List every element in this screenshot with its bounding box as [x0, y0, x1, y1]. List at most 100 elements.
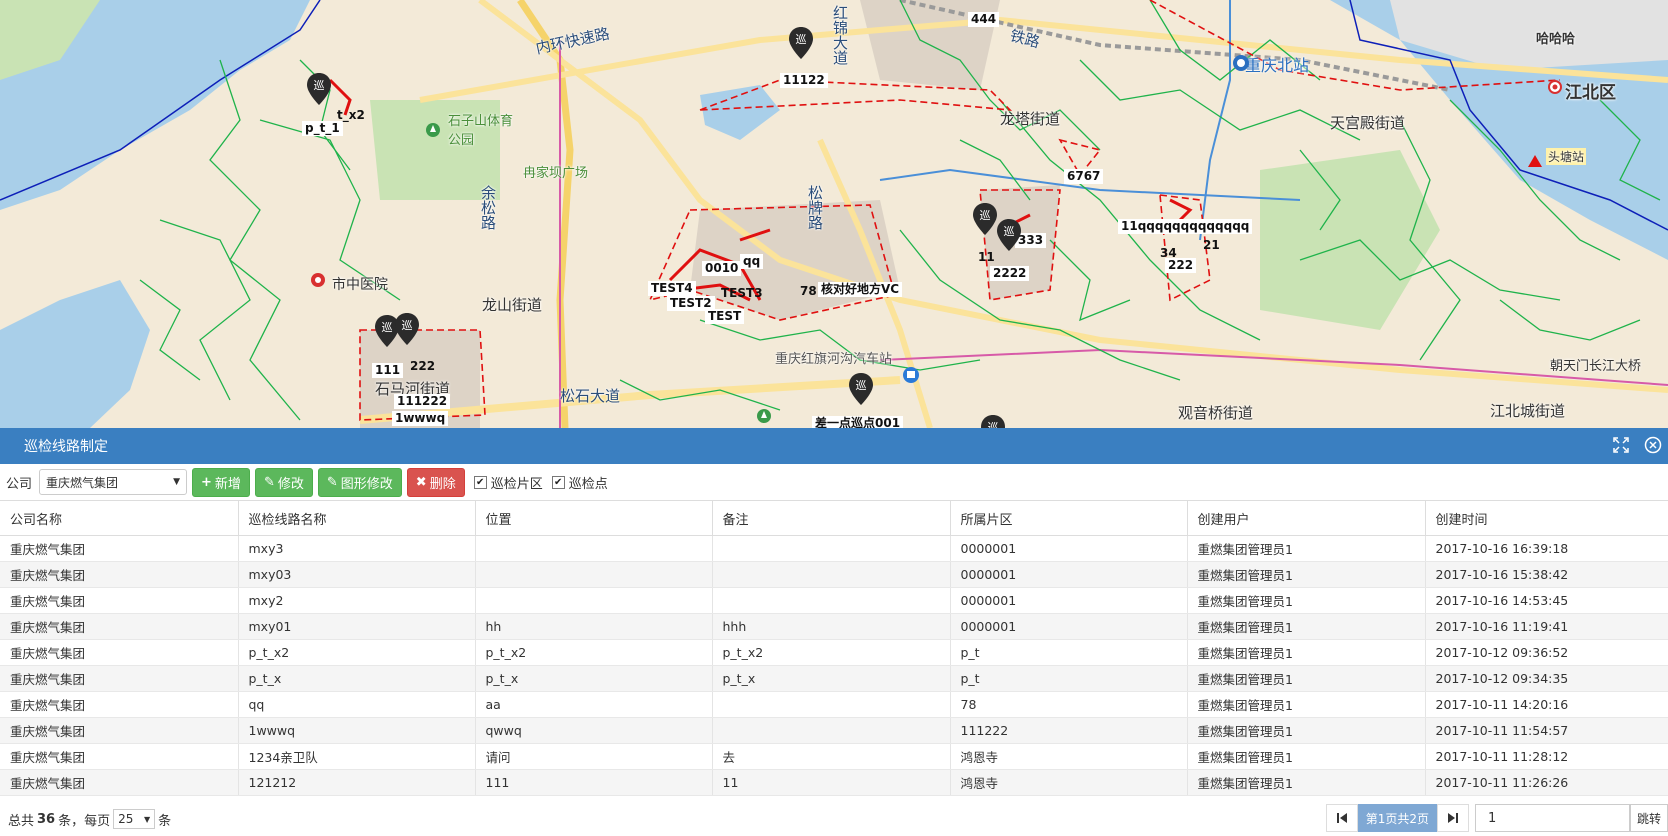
- table-row[interactable]: 重庆燃气集团 mxy3 0000001 重燃集团管理员1 2017-10-16 16:3…: [0, 535, 1668, 562]
- marker-label[interactable]: 1wwwq: [392, 411, 449, 426]
- company-select-value: 重庆燃气集团: [46, 475, 119, 490]
- place-label: 朝天门长江大桥: [1550, 359, 1642, 374]
- expand-icon[interactable]: [1612, 436, 1630, 454]
- marker-label[interactable]: TEST3: [718, 286, 766, 301]
- edit-button[interactable]: ✎ 修改: [254, 467, 313, 497]
- marker-label[interactable]: p_t_1: [302, 121, 343, 136]
- column-header[interactable]: 巡检线路名称: [238, 501, 476, 536]
- table-row[interactable]: 重庆燃气集团 121212 111 11 鸿恩寺 重燃集团管理员1 2017-10-11 1…: [0, 769, 1668, 796]
- marker-label[interactable]: 差一点巡点001: [812, 416, 904, 428]
- table-cell: aa: [475, 691, 713, 718]
- park-icon: [426, 123, 440, 137]
- patrol-pin-icon[interactable]: 巡: [980, 414, 1006, 428]
- table-cell: 1234亲卫队: [238, 743, 476, 770]
- place-label: 重庆北站: [1245, 56, 1310, 75]
- table-cell: mxy2: [238, 587, 476, 614]
- patrol-pin-icon[interactable]: 巡: [972, 202, 998, 236]
- column-header[interactable]: 公司名称: [0, 501, 239, 536]
- marker-label[interactable]: 6767: [1064, 169, 1104, 184]
- table-cell: hhh: [712, 613, 951, 640]
- patrol-pin-icon[interactable]: 巡: [996, 218, 1022, 252]
- toolbar: 公司 重庆燃气集团 ▼ + 新增 ✎ 修改 ✎ 图形修改 ✖ 删除 ✔ 巡检片区 ✔ 巡检点: [0, 464, 1668, 501]
- marker-label[interactable]: 111222: [394, 394, 451, 409]
- map-view[interactable]: 内环快速路 铁路 松石大道 余松路 松牌路 红锦大道 重庆北站 龙塔街道 天宫殿…: [0, 0, 1668, 428]
- patrol-area-checkbox[interactable]: ✔ 巡检片区: [473, 473, 543, 492]
- add-button[interactable]: + 新增: [192, 467, 250, 497]
- delete-button[interactable]: ✖ 删除: [406, 467, 465, 497]
- plus-icon: +: [201, 474, 212, 490]
- column-header[interactable]: 创建用户: [1187, 501, 1426, 536]
- marker-label[interactable]: 2222: [990, 266, 1030, 281]
- patrol-pin-icon[interactable]: 巡: [788, 26, 814, 60]
- table-row[interactable]: 重庆燃气集团 mxy01 hh hhh 0000001 重燃集团管理员1 2017-10-1…: [0, 613, 1668, 640]
- page-size-select[interactable]: 25 ▼: [113, 809, 156, 829]
- marker-label[interactable]: 11: [975, 250, 998, 265]
- table-cell: 去: [712, 743, 951, 770]
- table-cell: [712, 691, 951, 718]
- go-button[interactable]: 跳转: [1629, 804, 1668, 832]
- table-row[interactable]: 重庆燃气集团 1wwwq qwwq 111222 重燃集团管理员1 2017-10-11 …: [0, 717, 1668, 744]
- table-cell: 重庆燃气集团: [0, 639, 239, 666]
- marker-label[interactable]: 111: [372, 363, 404, 378]
- table-cell: hh: [475, 613, 713, 640]
- column-header[interactable]: 所属片区: [950, 501, 1188, 536]
- table-cell: 重庆燃气集团: [0, 665, 239, 692]
- table-cell: 重庆燃气集团: [0, 717, 239, 744]
- table-row[interactable]: 重庆燃气集团 1234亲卫队 请问去鸿恩寺 重燃集团管理员1 2017-10-11 11…: [0, 743, 1668, 770]
- marker-label[interactable]: TEST: [705, 309, 745, 324]
- chevron-down-icon: ▼: [173, 477, 181, 487]
- marker-label[interactable]: TEST4: [648, 281, 696, 296]
- table-cell: [712, 717, 951, 744]
- marker-label[interactable]: 444: [968, 12, 1000, 27]
- first-page-button[interactable]: [1325, 804, 1358, 832]
- patrol-pin-icon[interactable]: 巡: [306, 72, 332, 106]
- marker-label[interactable]: 11qqqqqqqqqqqqq: [1118, 219, 1253, 234]
- table-cell: 重燃集团管理员1: [1187, 561, 1426, 588]
- table-cell: p_t_x2: [712, 639, 951, 666]
- patrol-pin-icon[interactable]: 巡: [394, 312, 420, 346]
- marker-label[interactable]: 核对好地方VC: [818, 282, 903, 297]
- park-icon: [757, 409, 771, 423]
- column-header[interactable]: 位置: [475, 501, 713, 536]
- table-cell: [712, 561, 951, 588]
- column-header[interactable]: 备注: [712, 501, 951, 536]
- column-header[interactable]: 创建时间: [1425, 501, 1668, 536]
- table-row[interactable]: 重庆燃气集团 p_t_x p_t_x p_t_x p_t 重燃集团管理员1 2017-10-…: [0, 665, 1668, 692]
- marker-label[interactable]: 222: [1165, 258, 1197, 273]
- table-row[interactable]: 重庆燃气集团 mxy03 0000001 重燃集团管理员1 2017-10-16 15:…: [0, 561, 1668, 588]
- table-row[interactable]: 重庆燃气集团 qq aa 78 重燃集团管理员1 2017-10-11 14:20:16: [0, 691, 1668, 718]
- table-cell: qq: [238, 691, 476, 718]
- patrol-pin-icon[interactable]: 巡: [848, 372, 874, 406]
- company-select[interactable]: 重庆燃气集团 ▼: [39, 469, 188, 495]
- marker-label[interactable]: 11122: [780, 73, 828, 88]
- table-cell: 重燃集团管理员1: [1187, 587, 1426, 614]
- patrol-point-label: 巡检点: [568, 476, 608, 492]
- svg-text:巡: 巡: [382, 321, 393, 334]
- table-cell: 2017-10-11 14:20:16: [1425, 691, 1668, 718]
- table-cell: [712, 535, 951, 562]
- marker-label[interactable]: qq: [740, 254, 764, 269]
- table-cell: 重庆燃气集团: [0, 743, 239, 770]
- marker-label[interactable]: 78: [797, 284, 820, 299]
- train-station-icon: [1233, 55, 1249, 71]
- bus-station-icon: [903, 367, 919, 383]
- page-number-input[interactable]: 1: [1474, 804, 1630, 832]
- marker-label[interactable]: 21: [1200, 238, 1223, 253]
- last-page-button[interactable]: [1436, 804, 1469, 832]
- marker-label[interactable]: 222: [407, 359, 438, 374]
- table-cell: 0000001: [950, 535, 1188, 562]
- place-label: 哈哈哈: [1536, 32, 1576, 47]
- marker-label[interactable]: 0010: [702, 261, 742, 276]
- shape-edit-button-label: 图形修改: [340, 476, 393, 492]
- table-row[interactable]: 重庆燃气集团 mxy2 0000001 重燃集团管理员1 2017-10-16 14:5…: [0, 587, 1668, 614]
- table-cell: 重庆燃气集团: [0, 535, 239, 562]
- hospital-icon: [311, 273, 325, 287]
- table-row[interactable]: 重庆燃气集团 p_t_x2 p_t_x2 p_t_x2 p_t 重燃集团管理员1 2017-…: [0, 639, 1668, 666]
- shape-edit-button[interactable]: ✎ 图形修改: [317, 467, 402, 497]
- svg-text:巡: 巡: [402, 319, 413, 332]
- marker-label[interactable]: t_x2: [334, 108, 368, 123]
- patrol-point-checkbox[interactable]: ✔ 巡检点: [551, 473, 608, 492]
- page-size-value: 25: [118, 812, 134, 826]
- svg-text:巡: 巡: [980, 209, 991, 222]
- close-icon[interactable]: [1644, 436, 1662, 454]
